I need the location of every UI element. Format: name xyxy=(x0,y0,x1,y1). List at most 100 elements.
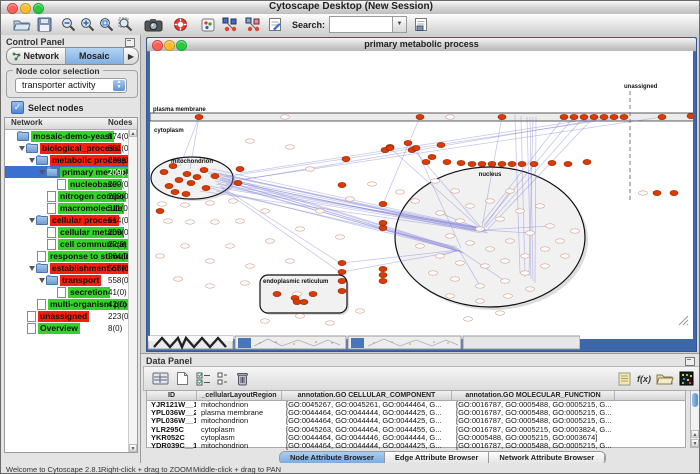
save-icon[interactable] xyxy=(37,16,52,33)
network-node[interactable] xyxy=(498,114,506,119)
help-lifering-icon[interactable] xyxy=(173,16,188,33)
network-node[interactable] xyxy=(428,154,436,159)
zoom-out-icon[interactable] xyxy=(61,16,76,33)
tree-row-secretion[interactable]: secretion41(0) xyxy=(5,286,128,298)
network-node[interactable] xyxy=(600,114,608,119)
network-node[interactable] xyxy=(379,272,387,277)
network-node[interactable] xyxy=(234,180,242,185)
network-node[interactable] xyxy=(687,113,693,118)
attribute-table-header[interactable]: ID_cellularLayoutRegionannotation.GO CEL… xyxy=(147,391,685,401)
expand-triangle-icon[interactable] xyxy=(39,170,45,175)
table-scroll-thumb[interactable] xyxy=(692,393,698,407)
maximize-button[interactable] xyxy=(33,3,44,14)
select-attributes-icon[interactable] xyxy=(196,370,211,387)
delete-attribute-icon[interactable] xyxy=(236,370,249,387)
network-node[interactable] xyxy=(386,145,394,150)
network-node[interactable] xyxy=(187,180,195,185)
unselect-attributes-icon[interactable] xyxy=(217,370,228,387)
tree-row-metabolic-process[interactable]: metabolic process280(0) xyxy=(5,154,128,166)
tab-network[interactable]: Network xyxy=(7,48,66,64)
tab-mosaic[interactable]: Mosaic xyxy=(66,48,125,64)
attribute-matrix-icon[interactable] xyxy=(679,370,694,387)
network-node[interactable] xyxy=(508,161,516,166)
zoom-fit-icon[interactable] xyxy=(99,16,114,33)
minimized-window-1[interactable] xyxy=(148,336,233,349)
tree-row-nitrogen-compo[interactable]: nitrogen compo209(0) xyxy=(5,190,128,202)
data-panel-float-icon[interactable] xyxy=(685,357,695,366)
frame-minimize-button[interactable] xyxy=(164,40,175,51)
network-node[interactable] xyxy=(195,114,203,119)
network-canvas[interactable]: plasma membranecytoplasmmitochondrionnuc… xyxy=(150,51,693,339)
network-node[interactable] xyxy=(175,177,183,182)
annotation-page-icon[interactable] xyxy=(268,16,282,33)
table-scroll-down-icon[interactable]: ▼ xyxy=(691,439,699,447)
network-node[interactable] xyxy=(548,160,556,165)
close-button[interactable] xyxy=(7,3,18,14)
table-row-YPL036W__1[interactable]: YPL036W__1mitochondrion[GO:0044464, GO:0… xyxy=(147,417,685,425)
control-panel-float-icon[interactable] xyxy=(125,38,135,47)
search-input[interactable] xyxy=(329,16,392,33)
network-node[interactable] xyxy=(437,142,445,147)
tree-row-mosaic-demo-yeast[interactable]: mosaic-demo-yeast874(0) xyxy=(5,130,128,142)
network-node[interactable] xyxy=(416,114,424,119)
tree-row-nucleobase-[interactable]: nucleobase-209(0) xyxy=(5,178,128,190)
tree-row-biological-process[interactable]: biological_process651(0) xyxy=(5,142,128,154)
network-node[interactable] xyxy=(200,167,208,172)
table-row-YPL036W__2[interactable]: YPL036W__2plasma membrane[GO:0044464, GO… xyxy=(147,409,685,417)
network-node[interactable] xyxy=(580,114,588,119)
network-node[interactable] xyxy=(193,174,201,179)
select-nodes-checkbox[interactable]: ✓ xyxy=(11,101,24,114)
resize-grip[interactable] xyxy=(677,314,689,326)
zoom-in-icon[interactable] xyxy=(80,16,95,33)
import-attributes-icon[interactable] xyxy=(656,370,674,387)
network-node[interactable] xyxy=(202,185,210,190)
column-header-3[interactable]: annotation.GO CELLULAR_COMPONENT xyxy=(282,391,452,400)
network-node[interactable] xyxy=(404,140,412,145)
network-node[interactable] xyxy=(620,114,628,119)
network-node[interactable] xyxy=(338,182,346,187)
network-node[interactable] xyxy=(564,161,572,166)
network-node[interactable] xyxy=(658,114,666,119)
tree-row-cellular-metabo[interactable]: cellular metabo209(0) xyxy=(5,226,128,238)
tab-overflow-arrow[interactable]: ▶ xyxy=(124,48,138,64)
new-attribute-icon[interactable] xyxy=(176,370,189,387)
zoom-selected-icon[interactable] xyxy=(118,16,133,33)
column-header-4[interactable]: annotation.GO MOLECULAR_FUNCTION xyxy=(452,391,615,400)
minimized-windows-strip[interactable] xyxy=(148,335,580,350)
tree-row-overview[interactable]: Overview8(0) xyxy=(5,322,128,334)
frame-maximize-button[interactable] xyxy=(176,40,187,51)
network-frame-titlebar[interactable]: primary metabolic process xyxy=(147,38,696,52)
vizmap-graph-icon[interactable] xyxy=(221,16,239,33)
table-row-YLR295C[interactable]: YLR295Ccytoplasm[GO:0045263, GO:0044464,… xyxy=(147,426,685,434)
table-row-YKR052C[interactable]: YKR052Ccytoplasm[GO:0044464, GO:0044446,… xyxy=(147,434,685,442)
scroll-up-icon[interactable]: ▲ xyxy=(129,129,137,137)
expand-triangle-icon[interactable] xyxy=(29,218,35,223)
network-node[interactable] xyxy=(165,183,173,188)
network-node[interactable] xyxy=(160,169,168,174)
table-row-YDR039C__1[interactable]: YDR039C__1mitochondrion[GO:0044464, GO:0… xyxy=(147,442,685,450)
column-header-2[interactable]: _cellularLayoutRegion xyxy=(197,391,282,400)
open-folder-icon[interactable] xyxy=(13,16,31,33)
notepad-icon[interactable] xyxy=(617,370,632,387)
network-node[interactable] xyxy=(342,156,350,161)
tree-row-primary-metabol[interactable]: primary metabol209(... xyxy=(5,166,128,178)
minimized-window-2[interactable] xyxy=(235,336,346,349)
tree-row-establishment-of-lo[interactable]: establishment of lo558(0) xyxy=(5,262,128,274)
network-node[interactable] xyxy=(379,278,387,283)
expand-triangle-icon[interactable] xyxy=(39,278,45,283)
network-node[interactable] xyxy=(583,159,591,164)
tree-row-multi-organism-pro[interactable]: multi-organism pro42(0) xyxy=(5,298,128,310)
network-node[interactable] xyxy=(488,161,496,166)
minimize-button[interactable] xyxy=(20,3,31,14)
expand-triangle-icon[interactable] xyxy=(19,146,25,151)
network-node[interactable] xyxy=(309,291,317,296)
network-node[interactable] xyxy=(338,269,346,274)
network-node[interactable] xyxy=(273,291,281,296)
network-node[interactable] xyxy=(457,160,465,165)
network-node[interactable] xyxy=(530,161,538,166)
network-view-frame[interactable]: primary metabolic process plasma membran… xyxy=(146,37,697,352)
tree-row-transport[interactable]: transport558(0) xyxy=(5,274,128,286)
network-node[interactable] xyxy=(379,225,387,230)
network-node[interactable] xyxy=(300,299,308,304)
birdseye-icon[interactable] xyxy=(201,16,215,33)
